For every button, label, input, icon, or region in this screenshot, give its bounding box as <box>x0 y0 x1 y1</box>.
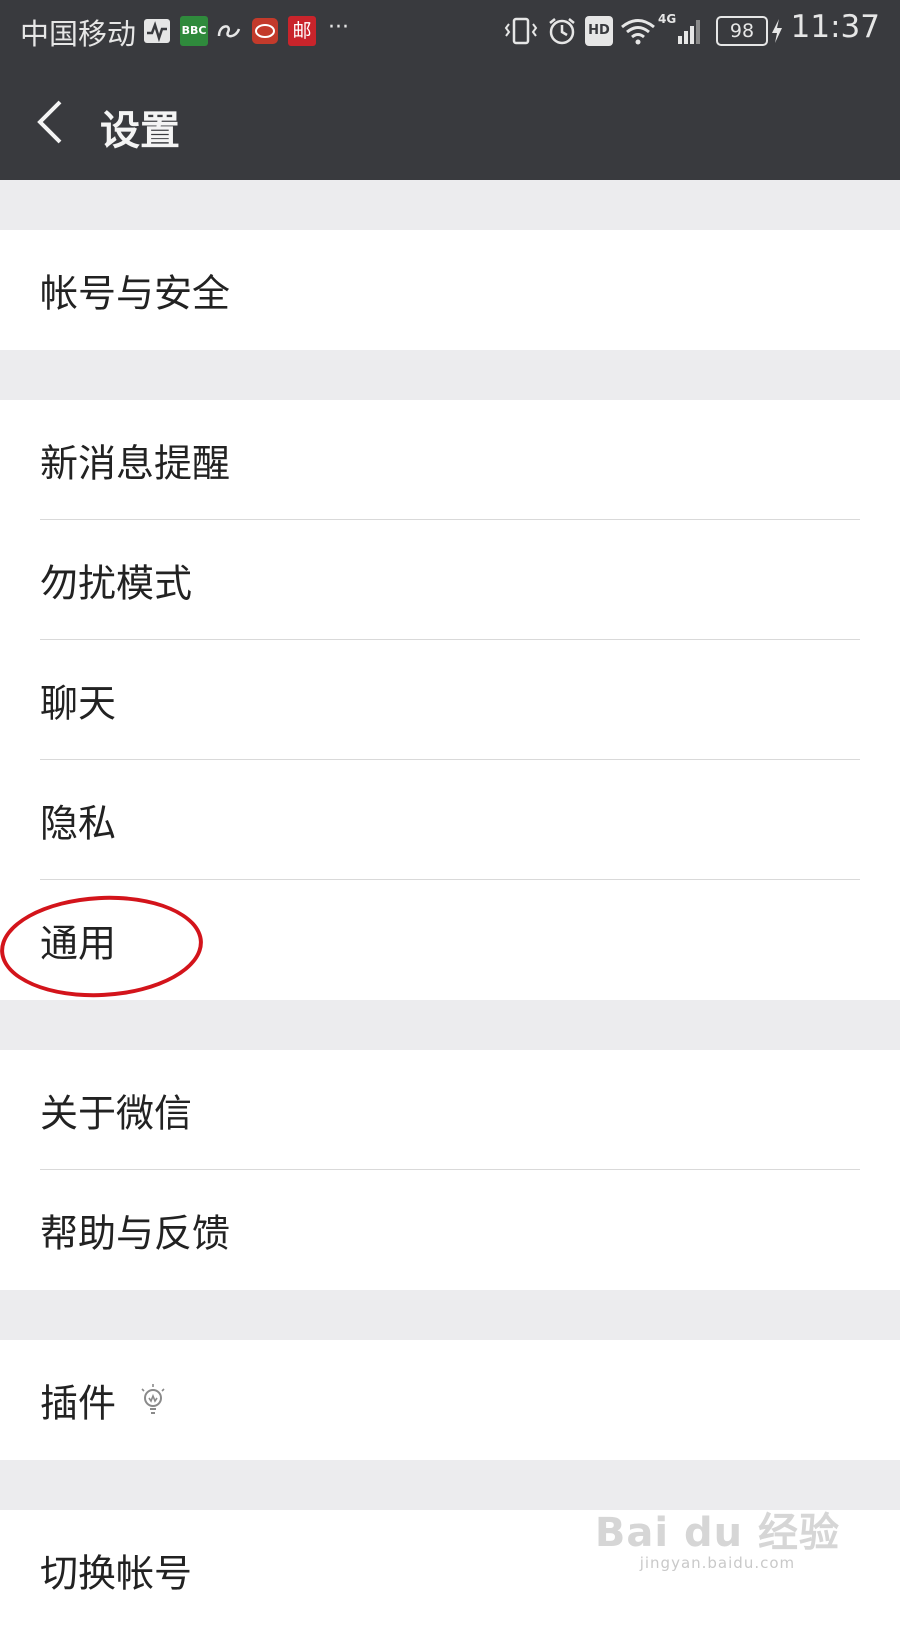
clock: 11:37 <box>790 9 880 45</box>
settings-item-label: 插件 <box>40 1381 117 1426</box>
alarm-icon <box>547 16 577 46</box>
settings-item-label: 聊天 <box>40 681 117 726</box>
settings-group-account: 帐号与安全 <box>0 230 900 350</box>
settings-item-privacy[interactable]: 隐私 <box>0 760 900 880</box>
settings-item-label: 帮助与反馈 <box>40 1211 231 1256</box>
settings-item-help-feedback[interactable]: 帮助与反馈 <box>0 1170 900 1290</box>
hd-voice-icon: HD <box>585 16 613 46</box>
swirl-app-icon <box>216 16 242 46</box>
cellular-signal-icon <box>676 16 704 46</box>
settings-group-plugins: 插件 <box>0 1340 900 1460</box>
settings-item-label: 勿扰模式 <box>40 561 193 606</box>
charging-icon <box>769 16 785 46</box>
settings-item-do-not-disturb[interactable]: 勿扰模式 <box>0 520 900 640</box>
network-type-label: 4G <box>658 12 677 26</box>
top-bar: 中国移动 BBC 邮 ··· HD 4G 98 11:37 设置 <box>0 0 900 180</box>
vibrate-icon <box>503 16 539 46</box>
settings-item-label: 切换帐号 <box>40 1551 193 1596</box>
settings-group-about: 关于微信 帮助与反馈 <box>0 1050 900 1290</box>
more-notifications-icon: ··· <box>328 15 349 40</box>
lightbulb-icon <box>141 1384 165 1414</box>
settings-item-plugins[interactable]: 插件 <box>0 1340 900 1460</box>
mail-app-icon: 邮 <box>288 16 316 46</box>
settings-item-label: 帐号与安全 <box>40 271 231 316</box>
page-title: 设置 <box>100 108 180 154</box>
carrier-label: 中国移动 <box>20 17 137 51</box>
settings-item-about-wechat[interactable]: 关于微信 <box>0 1050 900 1170</box>
activity-icon <box>143 16 171 46</box>
baidu-jingyan-watermark: Bai du 经验 jingyan.baidu.com <box>595 1500 840 1572</box>
settings-item-account-security[interactable]: 帐号与安全 <box>0 230 900 350</box>
red-app-icon <box>251 16 279 46</box>
settings-item-chat[interactable]: 聊天 <box>0 640 900 760</box>
settings-item-label: 新消息提醒 <box>40 441 231 486</box>
chevron-left-icon <box>37 100 62 144</box>
bbc-news-icon: BBC <box>180 16 208 46</box>
back-button[interactable] <box>26 92 86 152</box>
settings-item-label: 关于微信 <box>40 1091 193 1136</box>
wifi-icon <box>620 16 656 46</box>
watermark-main-text: Bai du 经验 <box>594 1510 840 1556</box>
status-bar: 中国移动 BBC 邮 ··· HD 4G 98 11:37 <box>0 0 900 62</box>
settings-item-label: 隐私 <box>40 801 117 846</box>
battery-icon: 98 <box>716 16 768 46</box>
settings-item-notifications[interactable]: 新消息提醒 <box>0 400 900 520</box>
